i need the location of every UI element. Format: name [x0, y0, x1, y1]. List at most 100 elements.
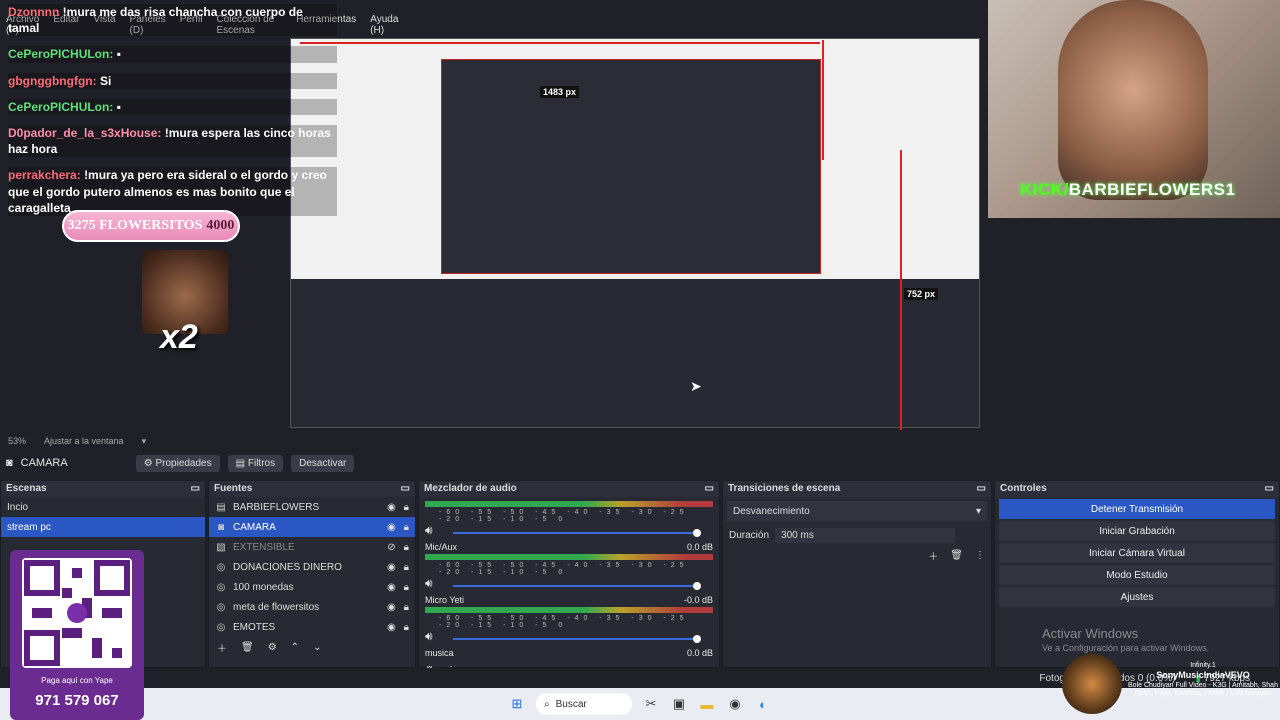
eye-icon[interactable]: ◉	[387, 562, 396, 573]
undock-icon[interactable]: ▭	[705, 483, 714, 495]
lock-icon[interactable]: 🔒︎	[404, 522, 409, 533]
volume-meter	[425, 554, 713, 560]
chat-message: CePeroPICHULon: ▪	[8, 46, 337, 63]
stop-stream-button[interactable]: Detener Transmisión	[999, 499, 1275, 519]
channel-name: musica	[425, 648, 454, 658]
lock-icon[interactable]: 🔒︎	[404, 602, 409, 613]
transition-toolbar: ＋ 🗑︎ ⋮	[723, 545, 991, 565]
source-label: CAMARA	[233, 521, 276, 533]
source-item[interactable]: ▤ BARBIEFLOWERS ◉ 🔒︎	[209, 497, 415, 517]
add-icon[interactable]: ＋	[217, 640, 227, 655]
source-item[interactable]: ◎ 100 monedas ◉ 🔒︎	[209, 577, 415, 597]
lock-icon[interactable]: 🔒︎	[404, 582, 409, 593]
duration-input[interactable]: 300 ms	[775, 527, 956, 543]
properties-button[interactable]: ⚙ Propiedades	[135, 454, 220, 472]
kick-prefix: KICK/	[1020, 180, 1069, 199]
sources-dock: Fuentes ▭ ▤ BARBIEFLOWERS ◉ 🔒︎ ◙ CAMARA ◉ 🔒︎ ▧ E…	[208, 480, 416, 668]
speaker-icon[interactable]: 🔊︎	[425, 629, 433, 644]
app-icon[interactable]: ✂	[642, 695, 660, 713]
zoom-level[interactable]: 53%	[8, 436, 26, 446]
more-icon[interactable]: ⋮	[975, 550, 985, 561]
trash-icon[interactable]: 🗑︎	[241, 642, 254, 653]
volume-slider[interactable]	[452, 528, 702, 537]
search-label: Buscar	[555, 698, 587, 710]
channel-name: Micro Yeti	[425, 595, 465, 605]
chevron-down-icon[interactable]: ▾	[142, 436, 147, 447]
source-label: EXTENSIBLE	[233, 541, 295, 553]
windows-start-icon[interactable]: ⊞	[508, 695, 526, 713]
volume-meter	[425, 607, 713, 613]
obs-icon[interactable]: ◉	[726, 695, 744, 713]
yape-payment-card: Paga aquí con Yape 971 579 067	[10, 550, 144, 720]
file-explorer-icon[interactable]: ▬	[698, 695, 716, 713]
source-item[interactable]: ◎ DONACIONES DINERO ◉ 🔒︎	[209, 557, 415, 577]
qr-pattern	[24, 560, 130, 666]
eye-icon[interactable]: ◉	[387, 582, 396, 593]
lock-icon[interactable]: 🔒︎	[404, 622, 409, 633]
undock-icon[interactable]: ▭	[977, 483, 986, 495]
start-recording-button[interactable]: Iniciar Grabación	[999, 521, 1275, 541]
trash-icon[interactable]: 🗑︎	[950, 550, 963, 561]
settings-button[interactable]: Ajustes	[999, 587, 1275, 607]
chat-message: CePeroPICHULon: ▪	[8, 98, 337, 115]
activate-windows-title: Activar Windows	[1042, 626, 1139, 641]
eye-icon[interactable]: ◉	[387, 502, 396, 513]
source-item[interactable]: ◎ EMOTES ◉ 🔒︎	[209, 617, 415, 637]
sources-toolbar: ＋ 🗑︎ ⚙ ⌃ ⌄	[209, 637, 415, 657]
deactivate-button[interactable]: Desactivar	[291, 454, 355, 472]
camera-icon: ◙	[6, 457, 13, 469]
source-label: DONACIONES DINERO	[233, 561, 342, 573]
px-label-width: 1483 px	[540, 86, 580, 98]
undock-icon[interactable]: ▭	[191, 483, 200, 495]
transition-select[interactable]: Desvanecimiento ▾	[727, 501, 987, 521]
qr-code	[22, 558, 132, 668]
undock-icon[interactable]: ▭	[1265, 483, 1274, 495]
speaker-icon[interactable]: 🔊︎	[425, 523, 433, 538]
eye-icon[interactable]: ◉	[387, 622, 396, 633]
mouse-cursor-icon: ➤	[690, 378, 702, 394]
arrow-up-icon[interactable]: ⌃	[291, 642, 299, 653]
image-icon: ▧	[216, 541, 226, 553]
chat-message: perrakchera: !mura ya pero era sideral o…	[8, 167, 337, 216]
filters-button[interactable]: ▤ Filtros	[227, 454, 284, 472]
nested-obs-window	[441, 59, 821, 274]
arrow-down-icon[interactable]: ⌄	[313, 642, 321, 653]
taskbar-search[interactable]: ⌕ Buscar	[536, 693, 632, 715]
guide-line	[300, 42, 820, 44]
speaker-icon[interactable]: 🔊︎	[425, 576, 433, 591]
add-icon[interactable]: ＋	[928, 548, 938, 563]
source-item[interactable]: ◙ CAMARA ◉ 🔒︎	[209, 517, 415, 537]
camera-icon: ◙	[217, 521, 225, 533]
volume-slider[interactable]	[452, 581, 702, 590]
chat-overlay: Dzonnnn !mura me das risa chancha con cu…	[0, 0, 345, 216]
volume-slider[interactable]	[452, 634, 702, 643]
menu-help[interactable]: Ayuda (H)	[370, 14, 400, 36]
music-badge: Infinity.1	[1190, 662, 1216, 669]
task-view-icon[interactable]: ▣	[670, 695, 688, 713]
meter-scale: -60 -55 -50 -45 -40 -35 -30 -25 -20 -15 …	[439, 562, 689, 576]
eye-icon[interactable]: ◉	[387, 602, 396, 613]
eye-icon[interactable]: ◉	[387, 522, 396, 533]
scene-item[interactable]: stream pc	[1, 517, 205, 537]
eye-off-icon[interactable]: ⊘	[387, 542, 395, 553]
guide-line	[822, 40, 824, 160]
lock-icon[interactable]: 🔒︎	[404, 542, 409, 553]
dock-title: Mezclador de audio	[424, 483, 517, 494]
studio-mode-button[interactable]: Modo Estudio	[999, 565, 1275, 585]
source-label: meta de flowersitos	[233, 601, 320, 613]
start-virtual-camera-button[interactable]: Iniciar Cámara Virtual	[999, 543, 1275, 563]
music-info: Infinity.1 SonyMusicIndiaVEVO Bole Chudi…	[1126, 662, 1280, 699]
transition-value: Desvanecimiento	[733, 505, 810, 517]
source-item[interactable]: ▧ EXTENSIBLE ⊘ 🔒︎	[209, 537, 415, 557]
scene-item[interactable]: Incio	[1, 497, 205, 517]
edge-icon[interactable]: ◐	[754, 695, 772, 713]
lock-icon[interactable]: 🔒︎	[404, 502, 409, 513]
lock-icon[interactable]: 🔒︎	[404, 562, 409, 573]
gear-icon[interactable]: ⚙	[268, 642, 277, 653]
dock-title: Escenas	[6, 483, 47, 494]
source-item[interactable]: ◎ meta de flowersitos ◉ 🔒︎	[209, 597, 415, 617]
fit-window-select[interactable]: Ajustar a la ventana	[44, 436, 124, 446]
chat-username: gbgnggbngfgn:	[8, 73, 97, 88]
undock-icon[interactable]: ▭	[401, 483, 410, 495]
emote-icon: ▪	[116, 99, 121, 114]
